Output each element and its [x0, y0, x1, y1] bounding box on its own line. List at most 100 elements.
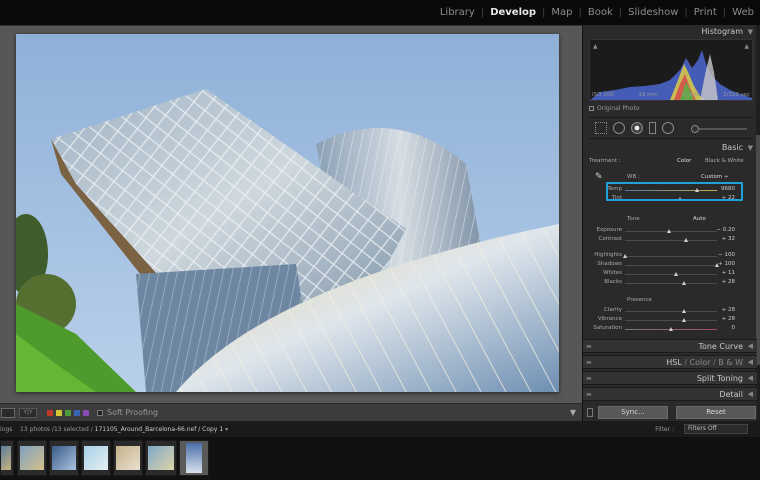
- contrast-slider-knob[interactable]: [683, 238, 688, 242]
- reset-button[interactable]: Reset: [676, 405, 756, 419]
- highlights-value[interactable]: − 100: [713, 252, 735, 258]
- panel-switch-icon[interactable]: ▬: [586, 356, 592, 369]
- spot-removal-icon[interactable]: [613, 122, 625, 134]
- module-develop[interactable]: Develop: [484, 7, 542, 18]
- module-slideshow[interactable]: Slideshow: [622, 7, 684, 18]
- wb-preset-dropdown[interactable]: Custom ÷: [701, 174, 728, 180]
- exposure-value[interactable]: − 0.20: [713, 227, 735, 233]
- color-label-purple[interactable]: [83, 409, 89, 416]
- contrast-slider-row[interactable]: Contrast + 32: [583, 236, 757, 245]
- filmstrip-thumbnail[interactable]: [17, 440, 47, 476]
- source-label[interactable]: ings: [0, 426, 12, 433]
- color-label-green[interactable]: [65, 409, 71, 416]
- adjustment-brush-slider[interactable]: [691, 125, 747, 133]
- clarity-slider-row[interactable]: Clarity + 28: [583, 307, 757, 316]
- panel-switch-icon[interactable]: ▬: [586, 388, 592, 401]
- histogram-header[interactable]: Histogram ▼: [583, 25, 757, 39]
- current-filename[interactable]: 171105_Around_Barcelona-66.nef / Copy 1: [95, 426, 223, 433]
- module-map[interactable]: Map: [545, 7, 578, 18]
- sync-button[interactable]: Sync...: [598, 405, 668, 419]
- vibrance-slider-row[interactable]: Vibrance + 28: [583, 316, 757, 325]
- color-label-blue[interactable]: [74, 409, 80, 416]
- module-book[interactable]: Book: [582, 7, 619, 18]
- exposure-slider-row[interactable]: Exposure − 0.20: [583, 227, 757, 236]
- clarity-slider[interactable]: [625, 311, 717, 312]
- saturation-slider-row[interactable]: Saturation 0: [583, 325, 757, 334]
- highlights-slider[interactable]: [625, 256, 717, 257]
- exposure-slider-knob[interactable]: [667, 229, 672, 233]
- expand-triangle-icon[interactable]: ◀: [748, 356, 753, 369]
- collapse-triangle-icon[interactable]: ▼: [748, 141, 753, 155]
- vibrance-value[interactable]: + 28: [713, 316, 735, 322]
- color-label-yellow[interactable]: [56, 409, 62, 416]
- whites-slider-knob[interactable]: [673, 272, 678, 276]
- shadow-clipping-icon[interactable]: ▲: [593, 43, 598, 50]
- filmstrip-thumbnail[interactable]: [49, 440, 79, 476]
- whites-slider[interactable]: [625, 274, 717, 275]
- panel-switch-icon[interactable]: ▬: [586, 372, 592, 385]
- clarity-value[interactable]: + 28: [713, 307, 735, 313]
- auto-tone-button[interactable]: Auto: [693, 216, 706, 222]
- treatment-bw-option[interactable]: Black & White: [705, 158, 744, 164]
- module-print[interactable]: Print: [688, 7, 723, 18]
- color-tab[interactable]: Color: [690, 358, 711, 367]
- filmstrip[interactable]: [0, 437, 760, 480]
- split-toning-section[interactable]: ▬ Split Toning ◀: [583, 371, 757, 385]
- tone-curve-section[interactable]: ▬ Tone Curve ◀: [583, 339, 757, 353]
- filmstrip-thumbnail[interactable]: [0, 440, 14, 476]
- blacks-slider-row[interactable]: Blacks + 28: [583, 279, 757, 288]
- blacks-value[interactable]: + 28: [713, 279, 735, 285]
- expand-triangle-icon[interactable]: ◀: [748, 388, 753, 401]
- detail-section[interactable]: ▬ Detail ◀: [583, 387, 757, 401]
- module-library[interactable]: Library: [434, 7, 481, 18]
- filmstrip-thumbnail[interactable]: [113, 440, 143, 476]
- saturation-slider-knob[interactable]: [669, 327, 673, 331]
- graduated-filter-icon[interactable]: [649, 122, 656, 134]
- filename-dropdown-icon[interactable]: ▾: [225, 426, 228, 433]
- soft-proofing-checkbox[interactable]: [97, 409, 103, 416]
- blacks-slider[interactable]: [625, 283, 717, 284]
- before-after-button[interactable]: Y|Y: [19, 407, 37, 418]
- highlight-clipping-icon[interactable]: ▲: [744, 43, 749, 50]
- filmstrip-thumbnail[interactable]: [145, 440, 177, 476]
- clarity-slider-knob[interactable]: [681, 309, 686, 313]
- basic-panel-header[interactable]: Basic ▼: [583, 141, 757, 155]
- loupe-view-button[interactable]: [1, 407, 15, 418]
- filmstrip-thumbnail[interactable]: [81, 440, 111, 476]
- crop-tool-icon[interactable]: [595, 122, 607, 134]
- highlights-slider-row[interactable]: Highlights − 100: [583, 252, 757, 261]
- red-eye-icon[interactable]: [631, 122, 643, 134]
- collapse-triangle-icon[interactable]: ▼: [748, 25, 753, 39]
- saturation-value[interactable]: 0: [713, 325, 736, 331]
- bw-tab[interactable]: B & W: [718, 358, 743, 367]
- photo-viewer[interactable]: [0, 25, 582, 403]
- original-photo-toggle[interactable]: Original Photo: [589, 105, 640, 112]
- hsl-section[interactable]: ▬ HSL / Color / B & W ◀: [583, 355, 757, 369]
- vibrance-slider[interactable]: [625, 320, 717, 321]
- shadows-slider[interactable]: [625, 265, 717, 266]
- panel-switch-icon[interactable]: ▬: [586, 340, 592, 353]
- treatment-color-option[interactable]: Color: [677, 158, 691, 164]
- toolbar-menu-icon[interactable]: ▼: [570, 408, 576, 417]
- blacks-slider-knob[interactable]: [681, 281, 686, 285]
- highlights-slider-knob[interactable]: [623, 254, 627, 258]
- expand-triangle-icon[interactable]: ◀: [748, 340, 753, 353]
- color-label-red[interactable]: [47, 409, 53, 416]
- whites-slider-row[interactable]: Whites + 11: [583, 270, 757, 279]
- wb-eyedropper-icon[interactable]: ✎: [595, 172, 603, 182]
- hsl-tab[interactable]: HSL: [666, 358, 682, 367]
- expand-triangle-icon[interactable]: ◀: [748, 372, 753, 385]
- auto-sync-switch[interactable]: [587, 407, 593, 417]
- original-photo-checkbox[interactable]: [589, 106, 594, 111]
- shadows-slider-row[interactable]: Shadows + 100: [583, 261, 757, 270]
- shadows-value[interactable]: + 100: [713, 261, 735, 267]
- vibrance-slider-knob[interactable]: [681, 318, 686, 322]
- contrast-value[interactable]: + 32: [713, 236, 735, 242]
- contrast-slider[interactable]: [625, 240, 717, 241]
- whites-value[interactable]: + 11: [713, 270, 735, 276]
- radial-filter-icon[interactable]: [662, 122, 674, 134]
- module-web[interactable]: Web: [726, 7, 760, 18]
- filter-dropdown[interactable]: Filters Off: [684, 424, 748, 434]
- filmstrip-thumbnail-selected[interactable]: [179, 440, 209, 476]
- main-photo[interactable]: [16, 34, 559, 392]
